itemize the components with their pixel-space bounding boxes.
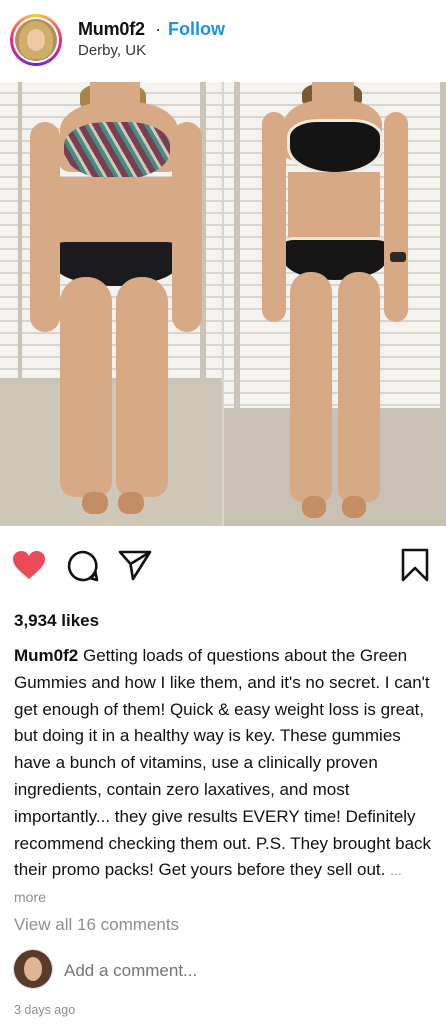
- post-caption: Mum0f2 Getting loads of questions about …: [14, 643, 436, 911]
- post-username[interactable]: Mum0f2: [78, 19, 145, 40]
- separator-dot: ·: [155, 19, 161, 39]
- post-image[interactable]: [0, 82, 446, 526]
- post-timestamp: 3 days ago: [14, 1003, 76, 1017]
- likes-count[interactable]: 3,934 likes: [14, 611, 99, 631]
- action-bar: [0, 540, 446, 590]
- view-all-comments-link[interactable]: View all 16 comments: [14, 915, 179, 935]
- bookmark-icon[interactable]: [400, 548, 430, 587]
- caption-username[interactable]: Mum0f2: [14, 646, 78, 665]
- post-location[interactable]: Derby, UK: [78, 42, 146, 59]
- post-header: Mum0f2 · Follow Derby, UK: [0, 0, 446, 82]
- before-photo: [0, 82, 222, 526]
- add-comment-row: [0, 948, 446, 994]
- follow-button[interactable]: Follow: [168, 19, 225, 40]
- heart-icon[interactable]: [12, 550, 46, 585]
- profile-avatar[interactable]: [10, 14, 62, 66]
- comment-icon[interactable]: [66, 549, 100, 588]
- current-user-avatar: [14, 950, 52, 988]
- caption-text: Getting loads of questions about the Gre…: [14, 646, 432, 880]
- add-comment-input[interactable]: [64, 961, 424, 981]
- share-icon[interactable]: [118, 549, 152, 586]
- avatar-photo: [15, 19, 57, 61]
- after-photo: [224, 82, 446, 526]
